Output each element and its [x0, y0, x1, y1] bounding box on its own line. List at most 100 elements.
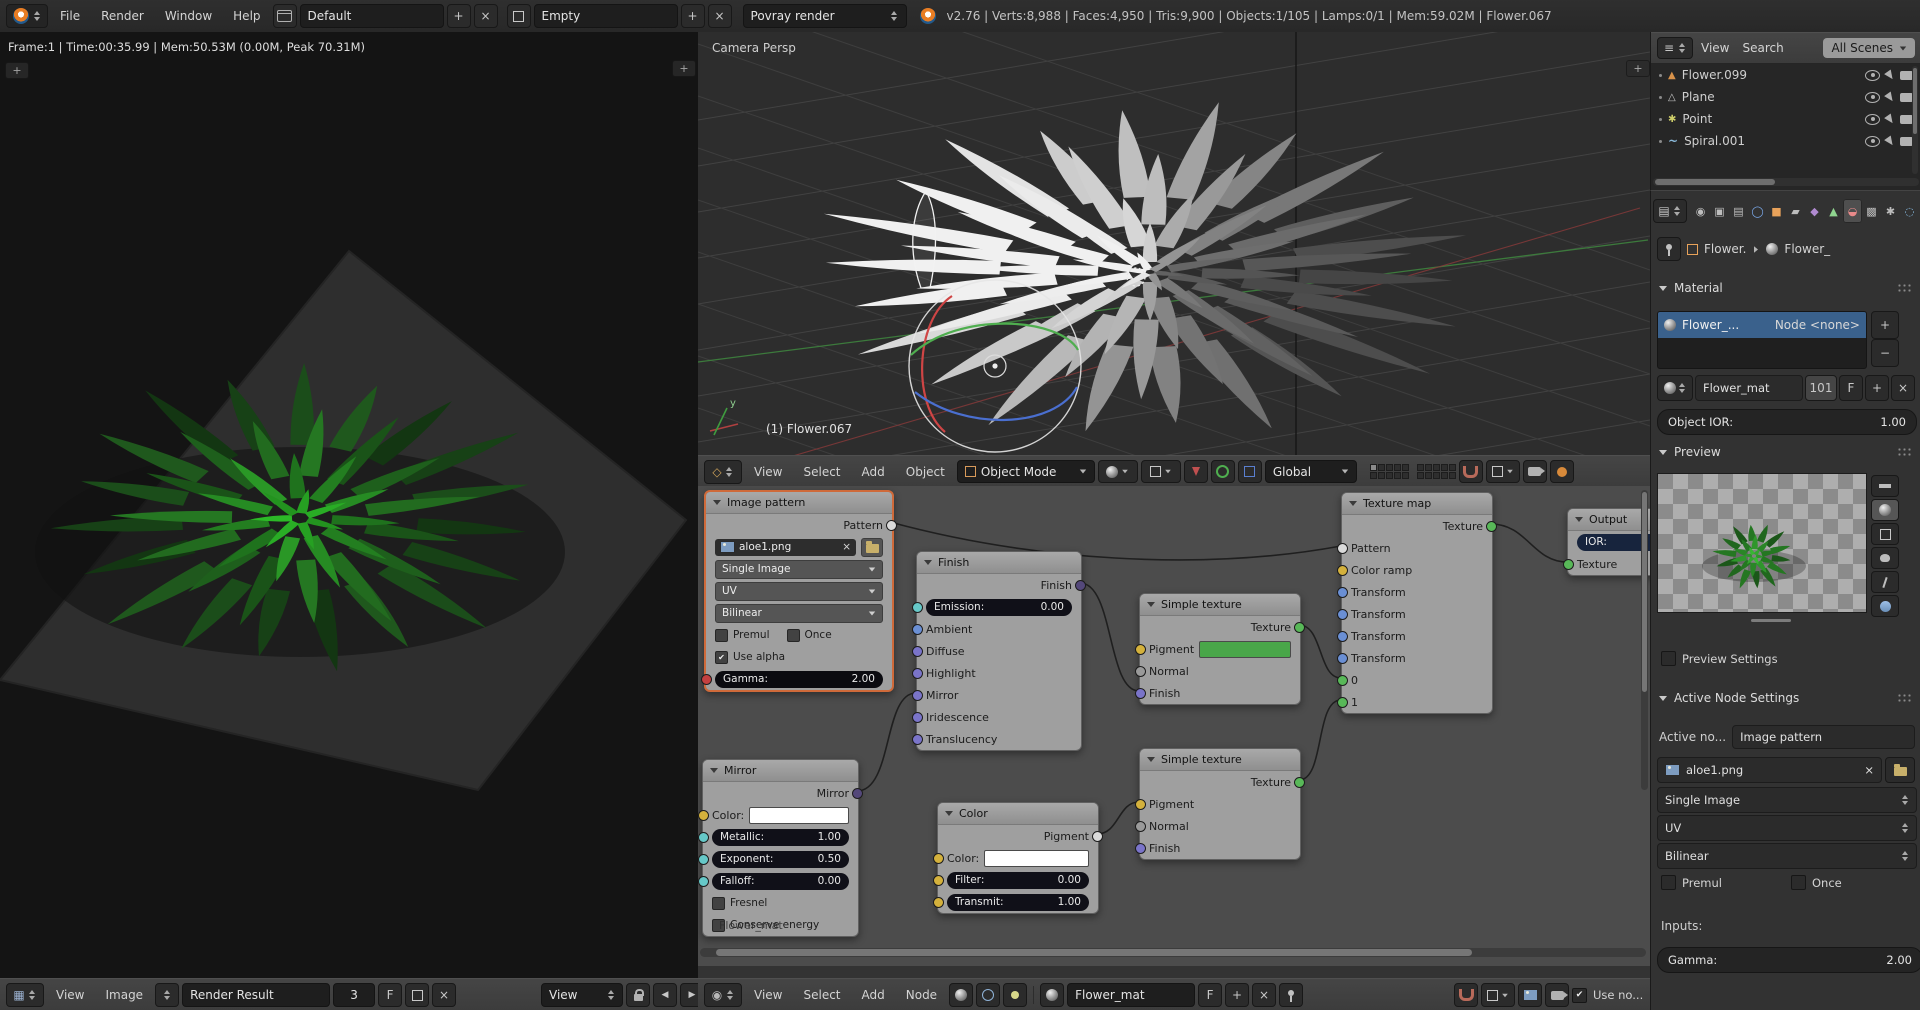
material-slot-row[interactable]: Flower_... Node <none> [1658, 312, 1866, 338]
manipulator-scale-toggle[interactable] [1238, 460, 1262, 483]
update-lock-toggle[interactable] [626, 983, 650, 1007]
tab-object[interactable]: ■ [1767, 199, 1786, 223]
editor-type-button-view3d[interactable]: ◇ [704, 460, 742, 484]
material-slot-list[interactable]: Flower_... Node <none> [1657, 311, 1867, 369]
preview-panel-header[interactable]: Preview [1659, 445, 1913, 459]
pin-node-tree-button[interactable] [1279, 983, 1303, 1007]
texmap-transform3-socket[interactable] [1337, 631, 1348, 642]
new-material-button[interactable]: + [1225, 983, 1249, 1007]
selectability-icon[interactable] [1884, 69, 1896, 81]
texmap-transform1-socket[interactable] [1337, 587, 1348, 598]
add-material-slot-button[interactable]: + [1871, 311, 1899, 339]
filter-select[interactable]: Bilinear [1657, 843, 1917, 869]
menu-add[interactable]: Add [853, 456, 894, 487]
breadcrumb-object[interactable]: Flower. [1704, 242, 1746, 256]
texmap-colorramp-socket[interactable] [1337, 565, 1348, 576]
mirror-color-swatch[interactable] [749, 807, 849, 824]
metallic-slider[interactable]: Metallic:1.00 [712, 829, 849, 846]
layers-widget[interactable] [1370, 464, 1456, 479]
tab-physics[interactable]: ◌ [1900, 199, 1919, 223]
menu-render[interactable]: Render [92, 0, 153, 32]
visibility-eye-icon[interactable] [1865, 92, 1880, 103]
render-slot-field[interactable]: 3 [333, 983, 375, 1007]
node-simple-texture-1[interactable]: Simple texture Texture Pigment Normal Fi… [1139, 593, 1301, 705]
active-node-settings-header[interactable]: Active Node Settings [1659, 691, 1913, 705]
visibility-eye-icon[interactable] [1865, 70, 1880, 81]
node-mirror-header[interactable]: Mirror [703, 760, 858, 782]
transmit-input-socket[interactable] [933, 897, 944, 908]
tab-render-layers[interactable]: ▣ [1710, 199, 1729, 223]
add-scene-button[interactable]: + [681, 4, 705, 28]
region-expand-left-icon[interactable]: + [5, 62, 29, 79]
material-name-field[interactable]: Flower_mat [1695, 375, 1803, 401]
transmit-slider[interactable]: Transmit:1.00 [947, 894, 1089, 911]
tex2-normal-socket[interactable] [1135, 821, 1146, 832]
editor-type-button-outliner[interactable]: ≡ [1657, 37, 1693, 59]
visibility-eye-icon[interactable] [1865, 114, 1880, 125]
region-expand-viewport-icon[interactable]: + [1626, 60, 1650, 77]
premul-checkbox[interactable]: Premul [1661, 875, 1722, 890]
texmap-1-socket[interactable] [1337, 697, 1348, 708]
editor-type-button-image[interactable]: ▦ [6, 983, 44, 1007]
texmap-transform4-socket[interactable] [1337, 653, 1348, 664]
tab-modifiers[interactable]: ◆ [1805, 199, 1824, 223]
tex1-normal-socket[interactable] [1135, 666, 1146, 677]
preview-sphere-button[interactable] [1871, 499, 1899, 521]
menu-view[interactable]: View [745, 456, 791, 487]
preview-monkey-button[interactable] [1871, 547, 1899, 569]
highlight-input-socket[interactable] [912, 668, 923, 679]
outliner-item-flower[interactable]: ▲ Flower.099 [1651, 64, 1920, 86]
backdrop-toggle[interactable] [1518, 983, 1542, 1007]
pin-id-button[interactable] [1657, 237, 1681, 261]
mirror-input-socket[interactable] [912, 690, 923, 701]
mapping-select[interactable]: UV [1657, 815, 1917, 841]
tex2-finish-socket[interactable] [1135, 843, 1146, 854]
gamma-slider[interactable]: Gamma:2.00 [1657, 947, 1920, 973]
menu-view[interactable]: View [1696, 33, 1734, 63]
material-browse-button[interactable] [1657, 375, 1693, 401]
outliner-hscrollbar[interactable] [1653, 178, 1919, 186]
tab-scene[interactable]: ▤ [1729, 199, 1748, 223]
image-datablock-field[interactable]: Render Result [182, 983, 330, 1007]
gamma-input-socket[interactable] [701, 674, 712, 685]
transform-orientation-select[interactable]: Global [1265, 460, 1357, 483]
tab-world[interactable]: ◯ [1748, 199, 1767, 223]
node-texture-map[interactable]: Texture map Texture Pattern Color ramp T… [1341, 492, 1493, 714]
mirror-output-socket[interactable] [852, 788, 863, 799]
breadcrumb-material[interactable]: Flower_ [1784, 242, 1830, 256]
falloff-slider[interactable]: Falloff:0.00 [712, 873, 849, 890]
shader-type-world-toggle[interactable] [976, 983, 1000, 1007]
node-image-pattern[interactable]: Image pattern Pattern aloe1.png × Single… [704, 490, 894, 692]
image-source-select[interactable]: Single Image [1657, 787, 1917, 813]
gamma-slider[interactable]: Gamma:2.00 [715, 671, 883, 688]
auto-render-toggle[interactable] [1545, 983, 1569, 1007]
emission-slider[interactable]: Emission:0.00 [926, 599, 1072, 616]
panel-drag-dots[interactable] [1897, 447, 1913, 457]
menu-help[interactable]: Help [224, 0, 269, 32]
menu-view[interactable]: View [745, 979, 791, 1010]
tab-object-data[interactable]: ▲ [1824, 199, 1843, 223]
filter-slider[interactable]: Filter:0.00 [947, 872, 1089, 889]
scene-browse-button[interactable] [507, 4, 531, 28]
viewport-shading-button[interactable] [1098, 460, 1138, 483]
node-editor[interactable]: Image pattern Pattern aloe1.png × Single… [698, 486, 1650, 966]
material-panel-header[interactable]: Material [1659, 281, 1913, 295]
texture1-output-socket[interactable] [1294, 622, 1305, 633]
node-color[interactable]: Color Pigment Color: Filter:0.00 Transmi… [937, 802, 1099, 914]
screen-layout-browse-button[interactable] [273, 4, 297, 28]
node-texture-map-header[interactable]: Texture map [1342, 493, 1492, 515]
exponent-slider[interactable]: Exponent:0.50 [712, 851, 849, 868]
material-users-button[interactable]: 101 [1805, 375, 1837, 401]
material-browse-button[interactable] [1040, 983, 1064, 1007]
delete-layout-button[interactable]: × [474, 4, 498, 28]
ambient-input-socket[interactable] [912, 624, 923, 635]
active-node-name-field[interactable]: Image pattern [1732, 725, 1915, 749]
unlink-material-button[interactable]: × [1891, 375, 1915, 401]
color-swatch[interactable] [984, 850, 1089, 867]
screen-layout-field[interactable]: Default [300, 4, 444, 28]
open-image-button[interactable] [1885, 757, 1915, 783]
tex1-pigment-socket[interactable] [1135, 644, 1146, 655]
menu-node[interactable]: Node [897, 979, 946, 1010]
fresnel-checkbox[interactable]: Fresnel [712, 897, 767, 910]
node-output-header[interactable]: Output [1568, 509, 1650, 531]
